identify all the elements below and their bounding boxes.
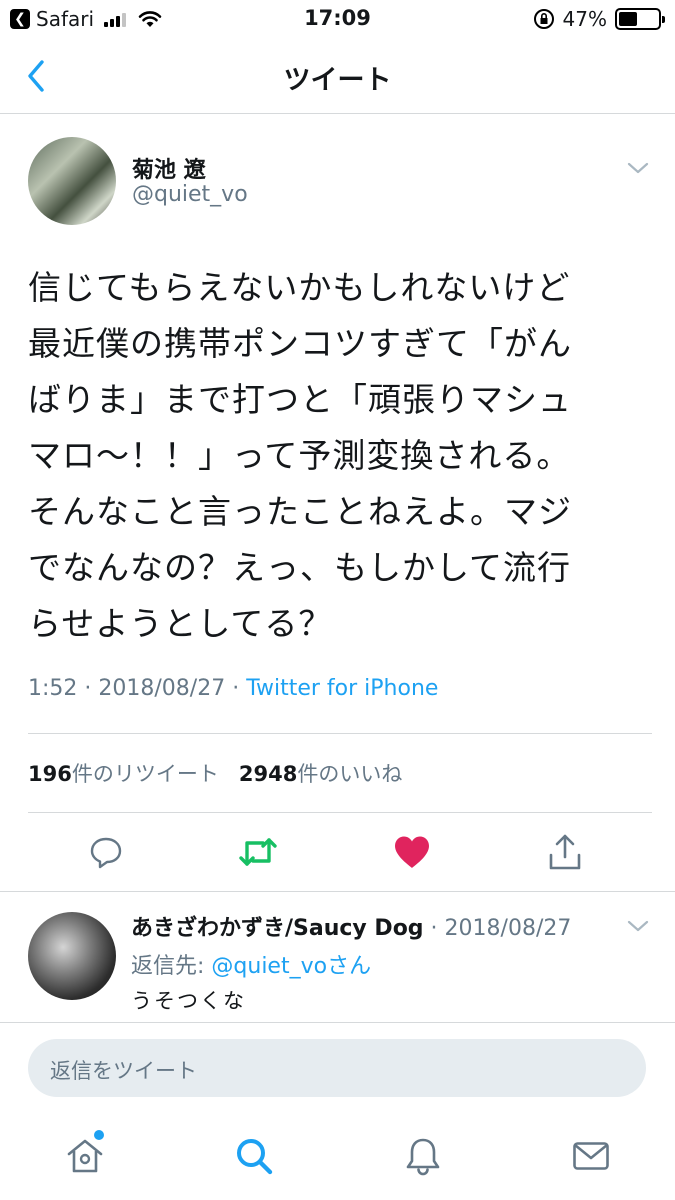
tab-messages[interactable] [571, 1136, 611, 1176]
like-count: 2948 [238, 762, 298, 786]
reply-to-line: 返信先: @quiet_voさん [131, 948, 371, 980]
nav-header: ツイート [0, 38, 675, 114]
tab-home[interactable] [65, 1136, 105, 1176]
retweet-stat[interactable]: 196件のリツイート [28, 762, 219, 786]
like-button[interactable] [392, 832, 432, 872]
like-label: 件のいいね [297, 762, 403, 786]
battery-icon [615, 8, 665, 30]
divider [28, 812, 652, 813]
tweet-source-link[interactable]: Twitter for iPhone [246, 676, 438, 701]
reply-button[interactable] [86, 832, 126, 872]
reply-header: あきざわかずき/Saucy Dog · 2018/08/27 [131, 910, 571, 942]
home-icon [67, 1139, 103, 1173]
retweet-icon [239, 838, 277, 866]
retweet-label: 件のリツイート [71, 762, 219, 786]
battery-percent: 47% [562, 7, 607, 31]
meta-separator: · [77, 676, 99, 701]
meta-separator: · [225, 676, 247, 701]
tweet-meta: 1:52 · 2018/08/27 · Twitter for iPhone [28, 676, 438, 701]
search-icon [237, 1139, 273, 1175]
chevron-down-icon[interactable] [626, 160, 650, 176]
like-icon-filled [395, 836, 429, 868]
orientation-lock-icon [533, 9, 554, 29]
tweet-time: 1:52 [28, 676, 78, 701]
reply-to-mention[interactable]: @quiet_voさん [211, 954, 371, 979]
reply-author-name[interactable]: あきざわかずき/Saucy Dog [131, 916, 424, 941]
tab-notifications[interactable] [403, 1136, 443, 1176]
tweet-stats: 196件のリツイート 2948件のいいね [28, 758, 402, 788]
battery-level [619, 12, 637, 26]
divider [0, 891, 675, 892]
reply-icon [90, 837, 122, 869]
reply-date: 2018/08/27 [444, 916, 572, 941]
divider [28, 733, 652, 734]
tweet-date: 2018/08/27 [98, 676, 226, 701]
share-icon [549, 834, 581, 870]
reply-author-avatar[interactable] [28, 912, 116, 1000]
tweet-text: 信じてもらえないかもしれないけど 最近僕の携帯ポンコツすぎて「がん ばりま」まで… [28, 268, 572, 643]
composer-placeholder: 返信をツイート [50, 1059, 197, 1083]
reply-composer-input[interactable]: 返信をツイート [28, 1039, 646, 1097]
reply-text: うそつくな [131, 989, 246, 1013]
retweet-count: 196 [28, 762, 72, 786]
chevron-down-icon[interactable] [626, 918, 650, 934]
status-right: 47% [533, 6, 665, 32]
home-new-indicator [94, 1130, 104, 1140]
tab-search[interactable] [234, 1136, 274, 1176]
divider [0, 1022, 675, 1023]
notifications-icon [406, 1138, 440, 1176]
messages-icon [573, 1142, 609, 1170]
share-button[interactable] [545, 832, 585, 872]
status-bar: ❮ Safari 17:09 47% [0, 0, 675, 38]
author-name[interactable]: 菊池 遼 [132, 152, 206, 184]
reply-separator: · [423, 916, 445, 941]
author-handle[interactable]: @quiet_vo [132, 182, 248, 207]
page-title: ツイート [283, 65, 392, 96]
like-stat[interactable]: 2948件のいいね [239, 762, 402, 786]
retweet-button[interactable] [238, 832, 278, 872]
author-avatar[interactable] [28, 137, 116, 225]
reply-to-label: 返信先: [131, 954, 212, 979]
